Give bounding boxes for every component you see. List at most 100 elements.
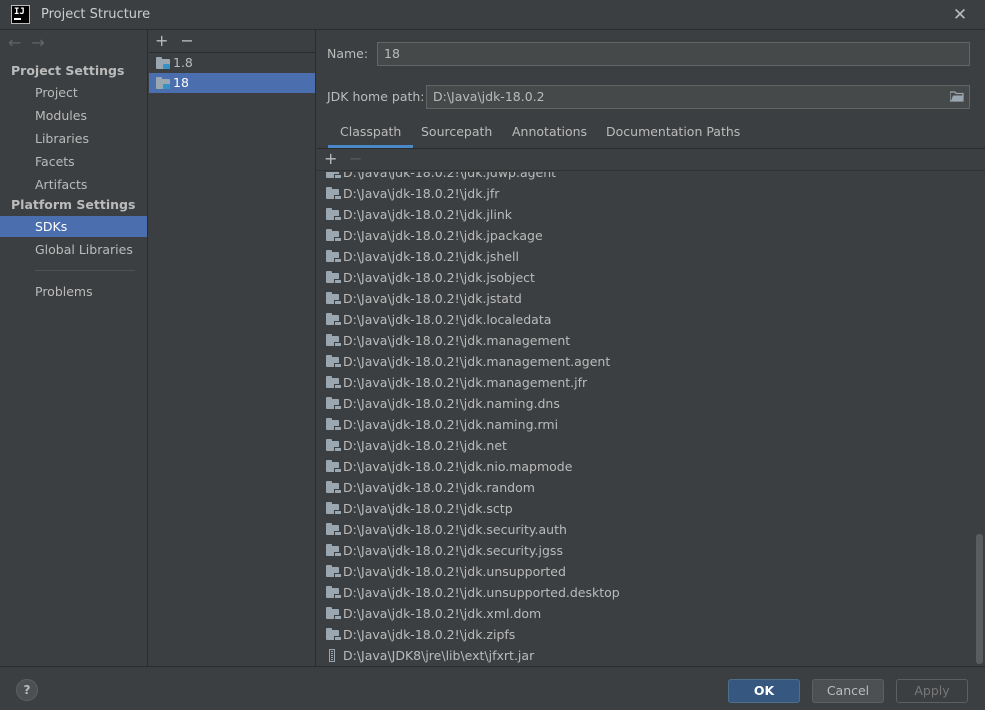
module-badge-icon (334, 489, 342, 494)
classpath-entry-text: D:\Java\jdk-18.0.2!\jdk.management.jfr (343, 375, 588, 390)
classpath-row-jdk-random[interactable]: D:\Java\jdk-18.0.2!\jdk.random (317, 477, 973, 498)
classpath-row-jdk-net[interactable]: D:\Java\jdk-18.0.2!\jdk.net (317, 435, 973, 456)
classpath-row-jdk-jpackage[interactable]: D:\Java\jdk-18.0.2!\jdk.jpackage (317, 225, 973, 246)
classpath-row-jdk-management[interactable]: D:\Java\jdk-18.0.2!\jdk.management (317, 330, 973, 351)
module-badge-icon (334, 636, 342, 641)
nav-item-sdks[interactable]: SDKs (0, 216, 147, 237)
module-badge-icon (334, 468, 342, 473)
sdk-item-label: 1.8 (173, 55, 193, 70)
classpath-list[interactable]: D:\Java\jdk-18.0.2!\jdk.jdwp.agent D:\Ja… (317, 172, 985, 666)
nav-item-problems[interactable]: Problems (0, 281, 147, 302)
tab-sourcepath[interactable]: Sourcepath (421, 120, 492, 146)
classpath-row-jdk-unsupported-desktop[interactable]: D:\Java\jdk-18.0.2!\jdk.unsupported.desk… (317, 582, 973, 603)
classpath-row-jdk-management-agent[interactable]: D:\Java\jdk-18.0.2!\jdk.management.agent (317, 351, 973, 372)
classpath-entry-text: D:\Java\jdk-18.0.2!\jdk.net (343, 438, 507, 453)
ok-button[interactable]: OK (728, 679, 800, 703)
add-sdk-button[interactable]: + (155, 31, 168, 50)
module-badge-icon (334, 195, 342, 200)
classpath-entry-text: D:\Java\jdk-18.0.2!\jdk.xml.dom (343, 606, 542, 621)
classpath-entry-text: D:\Java\jdk-18.0.2!\jdk.security.jgss (343, 543, 563, 558)
classpath-entry-text: D:\Java\jdk-18.0.2!\jdk.naming.dns (343, 396, 560, 411)
jdk-home-value: D:\Java\jdk-18.0.2 (433, 89, 545, 104)
classpath-entry-text: D:\Java\jdk-18.0.2!\jdk.security.auth (343, 522, 567, 537)
classpath-entry-text: D:\Java\jdk-18.0.2!\jdk.jstatd (343, 291, 522, 306)
module-badge-icon (334, 615, 342, 620)
module-badge-icon (334, 531, 342, 536)
classpath-row-jdk-localedata[interactable]: D:\Java\jdk-18.0.2!\jdk.localedata (317, 309, 973, 330)
forward-arrow-icon[interactable]: → (31, 33, 44, 52)
nav-item-facets[interactable]: Facets (0, 151, 147, 172)
classpath-row-jdk-unsupported[interactable]: D:\Java\jdk-18.0.2!\jdk.unsupported (317, 561, 973, 582)
jar-file-icon (329, 649, 335, 662)
browse-folder-icon[interactable] (950, 91, 964, 102)
classpath-row-jdk-security-auth[interactable]: D:\Java\jdk-18.0.2!\jdk.security.auth (317, 519, 973, 540)
jdk-badge-icon (163, 64, 170, 69)
classpath-entry-text: D:\Java\jdk-18.0.2!\jdk.random (343, 480, 535, 495)
classpath-entry-text: D:\Java\jdk-18.0.2!\jdk.jsobject (343, 270, 535, 285)
classpath-row-jfxrt-jar[interactable]: D:\Java\JDK8\jre\lib\ext\jfxrt.jar (317, 645, 973, 666)
classpath-entry-text: D:\Java\jdk-18.0.2!\jdk.unsupported.desk… (343, 585, 620, 600)
classpath-row-jdk-xml-dom[interactable]: D:\Java\jdk-18.0.2!\jdk.xml.dom (317, 603, 973, 624)
help-button[interactable]: ? (16, 679, 38, 701)
tab-documentation-paths[interactable]: Documentation Paths (606, 120, 740, 146)
classpath-row-jdk-naming-dns[interactable]: D:\Java\jdk-18.0.2!\jdk.naming.dns (317, 393, 973, 414)
remove-sdk-button[interactable]: − (180, 31, 193, 50)
tab-classpath[interactable]: Classpath (327, 120, 414, 148)
sdk-item-1-8[interactable]: 1.8 (149, 53, 315, 73)
settings-nav: ← → Project Settings Project Modules Libr… (0, 30, 148, 666)
classpath-row-jdk-sctp[interactable]: D:\Java\jdk-18.0.2!\jdk.sctp (317, 498, 973, 519)
module-badge-icon (334, 342, 342, 347)
classpath-entry-text: D:\Java\jdk-18.0.2!\jdk.management.agent (343, 354, 611, 369)
classpath-row-jdk-zipfs[interactable]: D:\Java\jdk-18.0.2!\jdk.zipfs (317, 624, 973, 645)
name-field[interactable]: 18 (377, 42, 970, 66)
project-settings-header: Project Settings (11, 63, 125, 78)
classpath-entry-text: D:\Java\jdk-18.0.2!\jdk.naming.rmi (343, 417, 559, 432)
classpath-entry-text: D:\Java\jdk-18.0.2!\jdk.sctp (343, 501, 513, 516)
jdk-badge-icon (163, 84, 170, 89)
classpath-row-jdk-jlink[interactable]: D:\Java\jdk-18.0.2!\jdk.jlink (317, 204, 973, 225)
close-button[interactable]: ✕ (949, 4, 971, 26)
nav-item-libraries[interactable]: Libraries (0, 128, 147, 149)
classpath-row-jdk-jstatd[interactable]: D:\Java\jdk-18.0.2!\jdk.jstatd (317, 288, 973, 309)
classpath-row-jdk-management-jfr[interactable]: D:\Java\jdk-18.0.2!\jdk.management.jfr (317, 372, 973, 393)
back-arrow-icon[interactable]: ← (8, 33, 21, 52)
module-badge-icon (334, 237, 342, 242)
window-title: Project Structure (41, 7, 151, 22)
classpath-entry-text: D:\Java\jdk-18.0.2!\jdk.jlink (343, 207, 513, 222)
tab-annotations[interactable]: Annotations (512, 120, 587, 146)
sdk-item-label: 18 (173, 75, 189, 90)
module-badge-icon (334, 363, 342, 368)
module-badge-icon (334, 174, 342, 179)
remove-path-button: − (349, 149, 363, 168)
sdk-item-18[interactable]: 18 (149, 73, 315, 93)
classpath-row-jdk-naming-rmi[interactable]: D:\Java\jdk-18.0.2!\jdk.naming.rmi (317, 414, 973, 435)
vertical-scrollbar[interactable] (976, 534, 983, 664)
intellij-logo-icon: IJ (11, 5, 30, 24)
classpath-entry-text: D:\Java\jdk-18.0.2!\jdk.zipfs (343, 627, 516, 642)
module-badge-icon (334, 573, 342, 578)
module-badge-icon (334, 447, 342, 452)
nav-item-project[interactable]: Project (0, 82, 147, 103)
name-label: Name: (327, 46, 369, 61)
nav-item-artifacts[interactable]: Artifacts (0, 174, 147, 195)
module-badge-icon (334, 258, 342, 263)
classpath-row-jdk-jshell[interactable]: D:\Java\jdk-18.0.2!\jdk.jshell (317, 246, 973, 267)
jdk-home-field[interactable]: D:\Java\jdk-18.0.2 (426, 85, 970, 109)
module-badge-icon (334, 279, 342, 284)
classpath-entry-text: D:\Java\JDK8\jre\lib\ext\jfxrt.jar (343, 648, 535, 663)
classpath-row-jdk-jdwp-agent[interactable]: D:\Java\jdk-18.0.2!\jdk.jdwp.agent (317, 172, 973, 183)
module-badge-icon (334, 552, 342, 557)
nav-item-modules[interactable]: Modules (0, 105, 147, 126)
module-badge-icon (334, 384, 342, 389)
classpath-row-jdk-jfr[interactable]: D:\Java\jdk-18.0.2!\jdk.jfr (317, 183, 973, 204)
nav-item-global-libraries[interactable]: Global Libraries (0, 239, 147, 260)
platform-settings-header: Platform Settings (11, 197, 136, 212)
module-badge-icon (334, 321, 342, 326)
add-path-button[interactable]: + (324, 149, 337, 168)
classpath-row-jdk-jsobject[interactable]: D:\Java\jdk-18.0.2!\jdk.jsobject (317, 267, 973, 288)
apply-button: Apply (896, 679, 968, 703)
classpath-row-jdk-security-jgss[interactable]: D:\Java\jdk-18.0.2!\jdk.security.jgss (317, 540, 973, 561)
classpath-row-jdk-nio-mapmode[interactable]: D:\Java\jdk-18.0.2!\jdk.nio.mapmode (317, 456, 973, 477)
module-badge-icon (334, 510, 342, 515)
cancel-button[interactable]: Cancel (812, 679, 884, 703)
